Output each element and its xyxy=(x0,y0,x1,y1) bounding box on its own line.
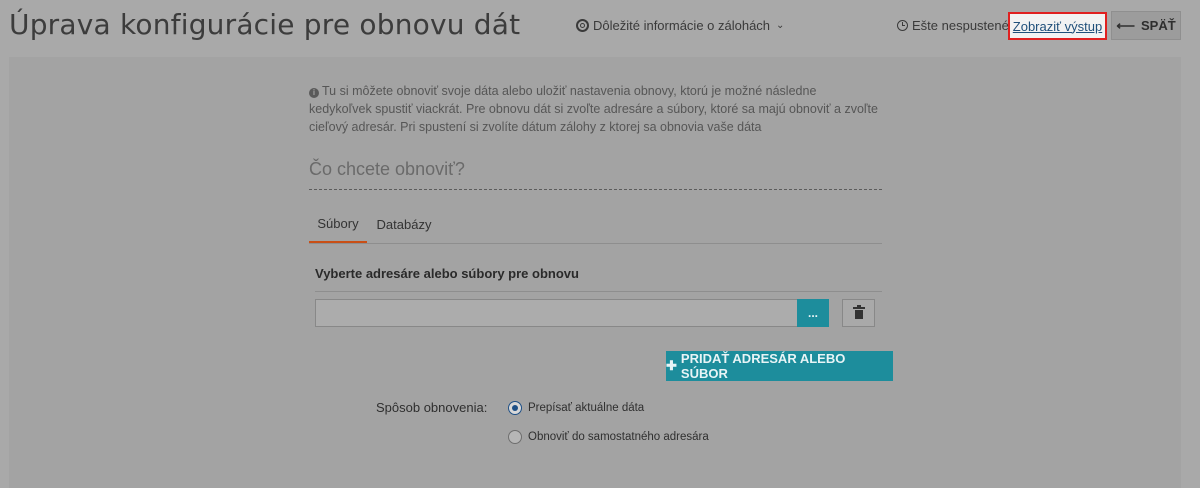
radio-overwrite-current[interactable]: Prepísať aktuálne dáta xyxy=(508,401,644,415)
tab-databases[interactable]: Databázy xyxy=(371,206,437,243)
trash-icon xyxy=(852,305,865,319)
radio-button[interactable] xyxy=(508,430,522,444)
add-directory-or-file-button[interactable]: ✚ PRIDAŤ ADRESÁR ALEBO SÚBOR xyxy=(666,351,893,381)
delete-path-button[interactable] xyxy=(842,299,875,327)
back-label: SPÄŤ xyxy=(1140,18,1176,33)
info-dropdown-label: Dôležité informácie o zálohách xyxy=(593,18,771,33)
tab-files[interactable]: Súbory xyxy=(309,206,367,243)
back-button[interactable]: ⟵ SPÄŤ xyxy=(1111,11,1181,40)
section-heading: Čo chcete obnoviť? xyxy=(309,159,882,190)
status-text: Ešte nespustené xyxy=(912,18,1009,33)
path-input[interactable] xyxy=(315,299,798,327)
page-title: Úprava konfigurácie pre obnovu dát xyxy=(9,8,521,41)
restore-method-label: Spôsob obnovenia: xyxy=(376,400,488,415)
clock-icon xyxy=(897,20,908,31)
browse-button[interactable]: ... xyxy=(797,299,829,327)
radio-label: Obnoviť do samostatného adresára xyxy=(528,431,709,443)
plus-icon: ✚ xyxy=(666,358,677,373)
show-output-link[interactable]: Zobraziť výstup xyxy=(1008,12,1107,40)
info-circle-icon: i xyxy=(309,88,319,98)
intro-text: i Tu si môžete obnoviť svoje dáta alebo u… xyxy=(309,82,879,136)
intro-body: Tu si môžete obnoviť svoje dáta alebo ul… xyxy=(309,84,878,134)
important-info-dropdown[interactable]: Dôležité informácie o zálohách ⌄ xyxy=(576,18,784,33)
radio-label: Prepísať aktuálne dáta xyxy=(528,402,645,414)
arrow-left-icon: ⟵ xyxy=(1116,17,1135,33)
lifebuoy-icon xyxy=(576,19,589,32)
chevron-down-icon: ⌄ xyxy=(776,20,785,31)
header: Úprava konfigurácie pre obnovu dát Dôlež… xyxy=(0,0,1200,56)
run-status: Ešte nespustené xyxy=(897,18,1009,33)
files-section-label: Vyberte adresáre alebo súbory pre obnovu xyxy=(315,266,882,292)
tab-bar: Súbory Databázy xyxy=(309,206,882,244)
radio-button[interactable] xyxy=(508,401,522,415)
add-button-label: PRIDAŤ ADRESÁR ALEBO SÚBOR xyxy=(680,351,846,381)
radio-restore-separate-dir[interactable]: Obnoviť do samostatného adresára xyxy=(508,430,709,444)
